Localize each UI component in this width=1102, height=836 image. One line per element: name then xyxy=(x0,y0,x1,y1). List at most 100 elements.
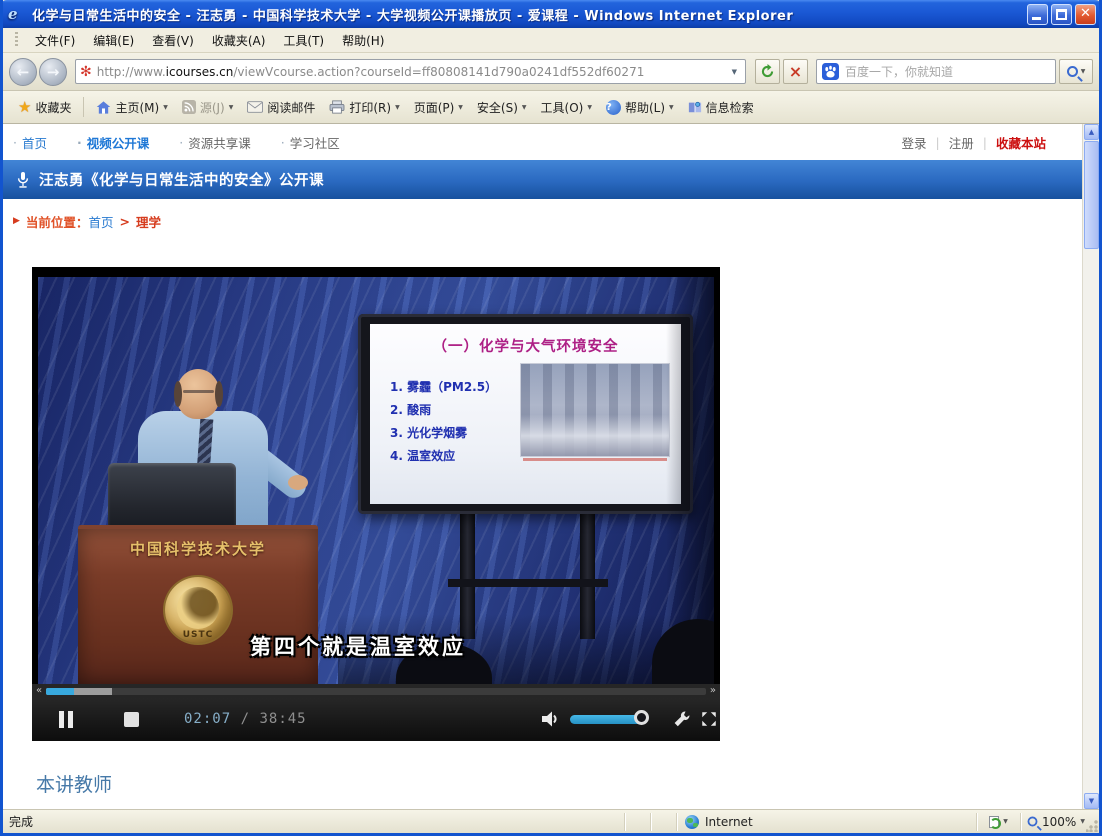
back-button[interactable]: ← xyxy=(9,58,37,86)
close-button[interactable]: ✕ xyxy=(1075,4,1096,25)
baidu-paw-icon xyxy=(822,63,839,80)
address-dropdown-icon[interactable]: ▼ xyxy=(728,64,741,80)
status-bar: 完成 Internet ▼ 100% ▼ xyxy=(3,809,1099,833)
page-refresh-icon xyxy=(989,816,999,828)
breadcrumb-category-link[interactable]: 理学 xyxy=(136,212,161,231)
microphone-icon xyxy=(15,171,31,189)
protected-mode-pane[interactable]: ▼ xyxy=(977,813,1021,831)
search-button[interactable]: ▼ xyxy=(1059,59,1093,84)
sitenav-community-label: 学习社区 xyxy=(290,133,340,152)
slide-item: 3. 光化学烟雾 xyxy=(390,422,497,445)
account-links: 登录 | 注册 | 收藏本站 xyxy=(902,133,1046,152)
minimize-button[interactable] xyxy=(1027,4,1048,25)
scroll-down-button[interactable]: ▼ xyxy=(1084,793,1099,809)
total-duration: 38:45 xyxy=(259,711,306,727)
status-message: 完成 xyxy=(3,813,625,831)
url-path: /viewVcourse.action?courseId=ff80808141d… xyxy=(233,65,644,79)
emblem-label: USTC xyxy=(183,627,214,643)
window-title: 化学与日常生活中的安全 - 汪志勇 - 中国科学技术大学 - 大学视频公开课播放… xyxy=(32,5,1024,24)
url-domain: icourses.cn xyxy=(166,65,234,79)
feeds-button[interactable]: 源(J) ▼ xyxy=(175,95,241,120)
seek-bar[interactable]: « » xyxy=(32,684,720,698)
divider: | xyxy=(983,135,987,150)
menu-help[interactable]: 帮助(H) xyxy=(333,29,393,52)
tools-menu-button[interactable]: 工具(O) ▼ xyxy=(534,95,599,120)
seek-track[interactable] xyxy=(46,688,706,695)
lecture-tv-display: （一）化学与大气环境安全 1. 雾霾（PM2.5） 2. 酸雨 3. 光化学烟雾… xyxy=(358,314,693,514)
back-icon: ← xyxy=(17,63,30,81)
refresh-button[interactable] xyxy=(755,59,780,84)
login-link[interactable]: 登录 xyxy=(902,133,927,152)
favorites-button[interactable]: ★ 收藏夹 xyxy=(11,94,78,120)
security-menu-button[interactable]: 安全(S) ▼ xyxy=(470,95,534,120)
ie-icon: e xyxy=(8,5,26,23)
slide-item: 1. 雾霾（PM2.5） xyxy=(390,376,497,399)
sitenav-item-home[interactable]: ·首页 xyxy=(13,133,47,152)
register-link[interactable]: 注册 xyxy=(949,133,974,152)
emblem-core xyxy=(177,587,219,629)
mode-dropdown-icon: ▼ xyxy=(1003,818,1008,825)
sitenav-item-learning-community[interactable]: · 学习社区 xyxy=(281,133,340,152)
address-input[interactable]: ✻ http://www.icourses.cn/viewVcourse.act… xyxy=(75,59,746,84)
course-banner: 汪志勇《化学与日常生活中的安全》公开课 xyxy=(3,160,1082,199)
home-button[interactable]: 主页(M) ▼ xyxy=(89,95,174,120)
site-favicon: ✻ xyxy=(80,64,92,80)
bullet-icon: · xyxy=(13,135,17,150)
stop-button[interactable]: × xyxy=(783,59,808,84)
info-search-icon xyxy=(688,100,702,114)
menu-tools[interactable]: 工具(T) xyxy=(274,29,333,52)
search-icon xyxy=(1067,66,1078,77)
video-subtitle: 第四个就是温室效应 xyxy=(250,631,466,661)
help-menu-button[interactable]: ? 帮助(L) ▼ xyxy=(599,95,681,120)
stop-playback-button[interactable] xyxy=(124,712,139,727)
security-menu-label: 安全(S) xyxy=(477,99,518,116)
time-separator: / xyxy=(241,711,250,727)
maximize-button[interactable] xyxy=(1051,4,1072,25)
zoom-dropdown-icon: ▼ xyxy=(1080,818,1085,825)
address-bar: ← → ✻ http://www.icourses.cn/viewVcourse… xyxy=(3,53,1099,91)
pause-button[interactable] xyxy=(58,711,76,728)
menu-file[interactable]: 文件(F) xyxy=(26,29,84,52)
photo-caption xyxy=(523,458,667,461)
page-menu-button[interactable]: 页面(P) ▼ xyxy=(407,95,470,120)
home-dropdown-icon: ▼ xyxy=(163,104,168,111)
bullet-icon: · xyxy=(281,135,285,150)
video-player[interactable]: （一）化学与大气环境安全 1. 雾霾（PM2.5） 2. 酸雨 3. 光化学烟雾… xyxy=(32,267,720,741)
volume-knob[interactable] xyxy=(634,710,649,725)
feeds-dropdown-icon: ▼ xyxy=(229,104,234,111)
read-mail-button[interactable]: 阅读邮件 xyxy=(240,95,322,120)
print-icon xyxy=(329,100,345,114)
favorites-label: 收藏夹 xyxy=(35,99,71,116)
video-frame[interactable]: （一）化学与大气环境安全 1. 雾霾（PM2.5） 2. 酸雨 3. 光化学烟雾… xyxy=(38,277,714,684)
settings-wrench-icon[interactable] xyxy=(672,709,692,729)
page-dropdown-icon: ▼ xyxy=(458,104,463,111)
menu-favorites[interactable]: 收藏夹(A) xyxy=(203,29,275,52)
breadcrumb-home-link[interactable]: 首页 xyxy=(88,212,113,231)
search-box[interactable]: 百度一下，你就知道 xyxy=(816,59,1056,84)
print-button[interactable]: 打印(R) ▼ xyxy=(322,95,406,120)
vertical-scrollbar[interactable]: ▲ ▼ xyxy=(1082,124,1099,809)
scrollbar-thumb[interactable] xyxy=(1084,141,1099,249)
browser-window: e 化学与日常生活中的安全 - 汪志勇 - 中国科学技术大学 - 大学视频公开课… xyxy=(0,0,1102,836)
seek-back-icon[interactable]: « xyxy=(36,684,42,698)
slide: （一）化学与大气环境安全 1. 雾霾（PM2.5） 2. 酸雨 3. 光化学烟雾… xyxy=(370,324,681,504)
volume-icon[interactable] xyxy=(540,709,560,729)
pause-icon xyxy=(68,711,73,728)
seek-forward-icon[interactable]: » xyxy=(710,684,716,698)
current-time: 02:07 xyxy=(184,711,231,727)
menu-view[interactable]: 查看(V) xyxy=(143,29,203,52)
slide-item: 4. 温室效应 xyxy=(390,445,497,468)
forward-button[interactable]: → xyxy=(39,58,67,86)
info-search-button[interactable]: 信息检索 xyxy=(681,95,761,120)
resize-grip[interactable] xyxy=(1086,820,1098,832)
tools-menu-label: 工具(O) xyxy=(541,99,584,116)
sitenav-item-video-courses[interactable]: ·视频公开课 xyxy=(77,133,149,152)
menu-edit[interactable]: 编辑(E) xyxy=(84,29,143,52)
home-icon xyxy=(96,100,111,115)
site-nav: ·首页 ·视频公开课 ·资源共享课 · 学习社区 登录 | 注册 | 收藏本站 xyxy=(3,124,1082,160)
stop-icon: × xyxy=(789,62,802,81)
fullscreen-icon[interactable] xyxy=(700,710,718,728)
favorite-site-link[interactable]: 收藏本站 xyxy=(996,133,1046,152)
sitenav-item-shared-resources[interactable]: ·资源共享课 xyxy=(179,133,251,152)
scroll-up-button[interactable]: ▲ xyxy=(1084,124,1099,140)
